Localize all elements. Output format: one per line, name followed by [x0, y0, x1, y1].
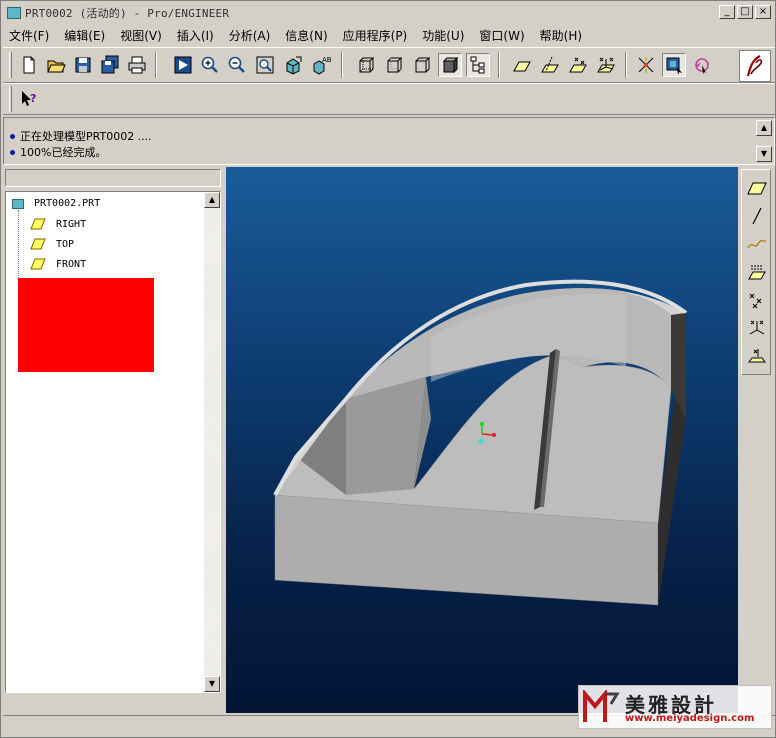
- model-tree-icon[interactable]: [466, 53, 490, 77]
- tree-item-label: RIGHT: [56, 218, 87, 230]
- tree-item-front[interactable]: FRONT: [30, 258, 86, 270]
- tree-connector: [18, 210, 19, 280]
- save-copy-icon[interactable]: [98, 53, 122, 77]
- scroll-down-icon[interactable]: ▼: [756, 146, 772, 162]
- toolbar-separator: [498, 52, 500, 78]
- datum-plane-icon: [30, 238, 46, 250]
- menu-info[interactable]: 信息(N): [285, 27, 327, 44]
- coord-sys-display-icon[interactable]: [594, 53, 618, 77]
- message-line: 正在处理模型PRT0002 ....: [10, 128, 152, 144]
- menu-edit[interactable]: 编辑(E): [64, 27, 105, 44]
- menu-file[interactable]: 文件(F): [9, 27, 49, 44]
- part-icon: [12, 198, 24, 209]
- window-title: PRT0002 (活动的) - Pro/ENGINEER: [25, 7, 230, 20]
- tree-item-top[interactable]: TOP: [30, 238, 74, 250]
- tree-item-label: FRONT: [56, 258, 87, 270]
- tree-root-label: PRT0002.PRT: [34, 198, 101, 209]
- repaint-icon[interactable]: [662, 53, 686, 77]
- message-area: 正在处理模型PRT0002 .... 100%已经完成。 ▲ ▼: [3, 117, 775, 165]
- menu-insert[interactable]: 插入(I): [177, 27, 214, 44]
- minimize-button[interactable]: _: [719, 5, 735, 19]
- datum-plane-icon: [30, 258, 46, 270]
- datum-axis-tool-icon[interactable]: [745, 204, 769, 228]
- open-folder-icon[interactable]: [44, 53, 68, 77]
- play-icon[interactable]: [171, 53, 195, 77]
- main-toolbar: AB: [3, 47, 775, 83]
- maximize-button[interactable]: □: [737, 5, 753, 19]
- app-icon: [7, 7, 21, 19]
- datum-plane-tool-icon[interactable]: [745, 176, 769, 200]
- watermark-url: www.meiyadesign.com: [625, 713, 755, 724]
- window-controls: _ □ ×: [719, 5, 771, 19]
- message-bullet-icon: [10, 133, 15, 139]
- help-toolbar: ?: [3, 83, 775, 115]
- save-icon[interactable]: [71, 53, 95, 77]
- tree-scrollbar[interactable]: ▲ ▼: [204, 192, 220, 692]
- redaction-box: [18, 278, 154, 372]
- toolbar-separator: [625, 52, 627, 78]
- svg-text:AB: AB: [322, 56, 331, 64]
- watermark-logo-icon: [583, 690, 620, 722]
- navigator-tab-strip[interactable]: [5, 169, 221, 187]
- toolbar-separator: [341, 52, 343, 78]
- scroll-up-icon[interactable]: ▲: [756, 120, 772, 136]
- coord-sys-tool-icon[interactable]: [745, 316, 769, 340]
- wireframe-icon[interactable]: [354, 53, 378, 77]
- no-hidden-icon[interactable]: [410, 53, 434, 77]
- close-button[interactable]: ×: [755, 5, 771, 19]
- new-file-icon[interactable]: [17, 53, 41, 77]
- context-help-icon[interactable]: ?: [17, 87, 41, 111]
- app-window: PRT0002 (活动的) - Pro/ENGINEER _ □ × 文件(F)…: [0, 0, 776, 738]
- zoom-in-icon[interactable]: [198, 53, 222, 77]
- datum-point-display-icon[interactable]: [566, 53, 590, 77]
- part-model[interactable]: [226, 167, 738, 713]
- shaded-icon[interactable]: [438, 53, 462, 77]
- sketch-tool-icon[interactable]: [745, 260, 769, 284]
- message-bullet-icon: [10, 149, 15, 155]
- toolbar-separator: [155, 52, 157, 78]
- menu-applications[interactable]: 应用程序(P): [343, 27, 408, 44]
- scroll-down-icon[interactable]: ▼: [204, 676, 220, 692]
- title-bar[interactable]: PRT0002 (活动的) - Pro/ENGINEER _ □ ×: [3, 3, 775, 23]
- message-line: 100%已经完成。: [10, 144, 106, 160]
- hidden-line-icon[interactable]: [382, 53, 406, 77]
- toolbar-grip[interactable]: [9, 52, 12, 78]
- datum-point-tool-icon[interactable]: [745, 288, 769, 312]
- svg-text:?: ?: [30, 92, 36, 105]
- message-scrollbar[interactable]: ▲ ▼: [756, 120, 772, 164]
- message-text: 正在处理模型PRT0002 ....: [20, 130, 152, 143]
- zoom-out-icon[interactable]: [225, 53, 249, 77]
- datum-plane-icon: [30, 218, 46, 230]
- zoom-fit-icon[interactable]: [253, 53, 277, 77]
- datum-curve-tool-icon[interactable]: [745, 232, 769, 256]
- print-icon[interactable]: [125, 53, 149, 77]
- pe-logo-icon[interactable]: [739, 50, 771, 82]
- menu-help[interactable]: 帮助(H): [540, 27, 582, 44]
- datum-plane-display-icon[interactable]: [510, 53, 534, 77]
- model-tree: PRT0002.PRT RIGHT TOP FRONT ▲ ▼: [5, 191, 221, 693]
- tree-item-right[interactable]: RIGHT: [30, 218, 86, 230]
- menu-functions[interactable]: 功能(U): [422, 27, 464, 44]
- tree-root[interactable]: PRT0002.PRT: [12, 198, 100, 209]
- scroll-up-icon[interactable]: ▲: [204, 192, 220, 208]
- spin-center-icon[interactable]: [634, 53, 658, 77]
- orient-mode-icon[interactable]: [690, 53, 714, 77]
- message-text: 100%已经完成。: [20, 146, 107, 159]
- menu-view[interactable]: 视图(V): [120, 27, 162, 44]
- menu-bar: 文件(F) 编辑(E) 视图(V) 插入(I) 分析(A) 信息(N) 应用程序…: [3, 25, 775, 45]
- menu-analysis[interactable]: 分析(A): [229, 27, 271, 44]
- menu-window[interactable]: 窗口(W): [479, 27, 524, 44]
- datum-toolbar: [741, 169, 771, 375]
- toolbar-grip[interactable]: [9, 86, 12, 112]
- tree-item-label: TOP: [56, 238, 75, 250]
- watermark: 美雅設計 www.meiyadesign.com: [578, 685, 772, 729]
- reorient-icon[interactable]: [281, 53, 305, 77]
- datum-axis-display-icon[interactable]: [538, 53, 562, 77]
- saved-views-icon[interactable]: AB: [309, 53, 333, 77]
- analysis-feature-icon[interactable]: [745, 344, 769, 368]
- graphics-viewport[interactable]: [226, 167, 738, 713]
